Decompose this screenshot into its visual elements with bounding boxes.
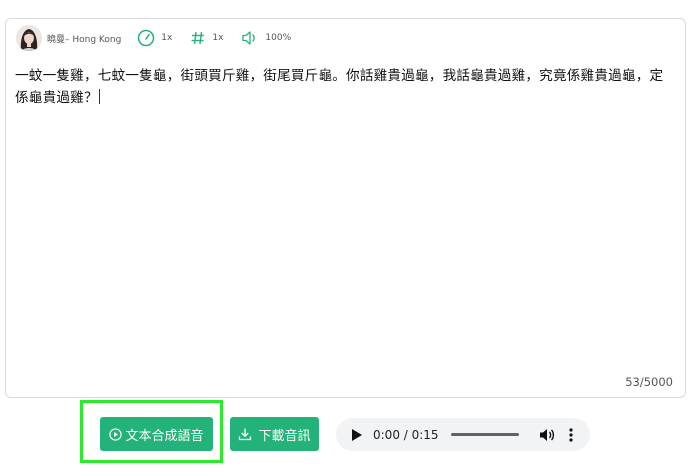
voice-avatar[interactable] bbox=[16, 25, 42, 51]
speed-control[interactable]: 1x bbox=[137, 29, 172, 47]
synthesize-label: 文本合成語音 bbox=[125, 427, 204, 443]
voice-name[interactable]: 曉曼– Hong Kong bbox=[47, 32, 121, 45]
volume-value: 100% bbox=[265, 33, 292, 43]
volume-control[interactable]: 100% bbox=[241, 30, 291, 46]
download-audio-button[interactable]: 下載音訊 bbox=[230, 417, 319, 451]
audio-time: 0:00 / 0:15 bbox=[373, 427, 439, 442]
speaker-icon bbox=[242, 31, 256, 45]
character-counter: 53/5000 bbox=[625, 375, 673, 389]
volume-icon[interactable] bbox=[539, 428, 555, 442]
download-label: 下載音訊 bbox=[258, 427, 311, 443]
play-icon[interactable] bbox=[352, 428, 362, 441]
avatar-portrait-icon bbox=[16, 25, 42, 51]
speed-value: 1x bbox=[161, 33, 173, 43]
editor-text: 一蚊一隻雞，七蚊一隻龜，街頭買斤雞，街尾買斤龜。你話雞貴過龜，我話龜貴過雞，究竟… bbox=[15, 68, 664, 106]
synthesize-speech-button[interactable]: 文本合成語音 bbox=[100, 417, 213, 451]
pitch-control[interactable]: 1x bbox=[190, 30, 223, 46]
pitch-value: 1x bbox=[212, 33, 224, 43]
more-options-icon[interactable] bbox=[568, 427, 573, 442]
text-caret bbox=[98, 89, 100, 104]
voice-toolbar: 曉曼– Hong Kong 1x 1x 100% bbox=[16, 25, 309, 51]
play-circle-icon bbox=[109, 427, 123, 441]
hash-icon bbox=[191, 31, 205, 45]
audio-progress-bar[interactable] bbox=[450, 433, 519, 436]
speedometer-icon bbox=[138, 29, 155, 47]
download-icon bbox=[239, 428, 252, 441]
text-editor[interactable]: 曉曼– Hong Kong 1x 1x 100% 一蚊一隻雞，七蚊一隻龜，街頭買… bbox=[5, 18, 686, 398]
text-input[interactable]: 一蚊一隻雞，七蚊一隻龜，街頭買斤雞，街尾買斤龜。你話雞貴過龜，我話龜貴過雞，究竟… bbox=[15, 65, 670, 109]
audio-player[interactable]: 0:00 / 0:15 bbox=[336, 418, 590, 451]
